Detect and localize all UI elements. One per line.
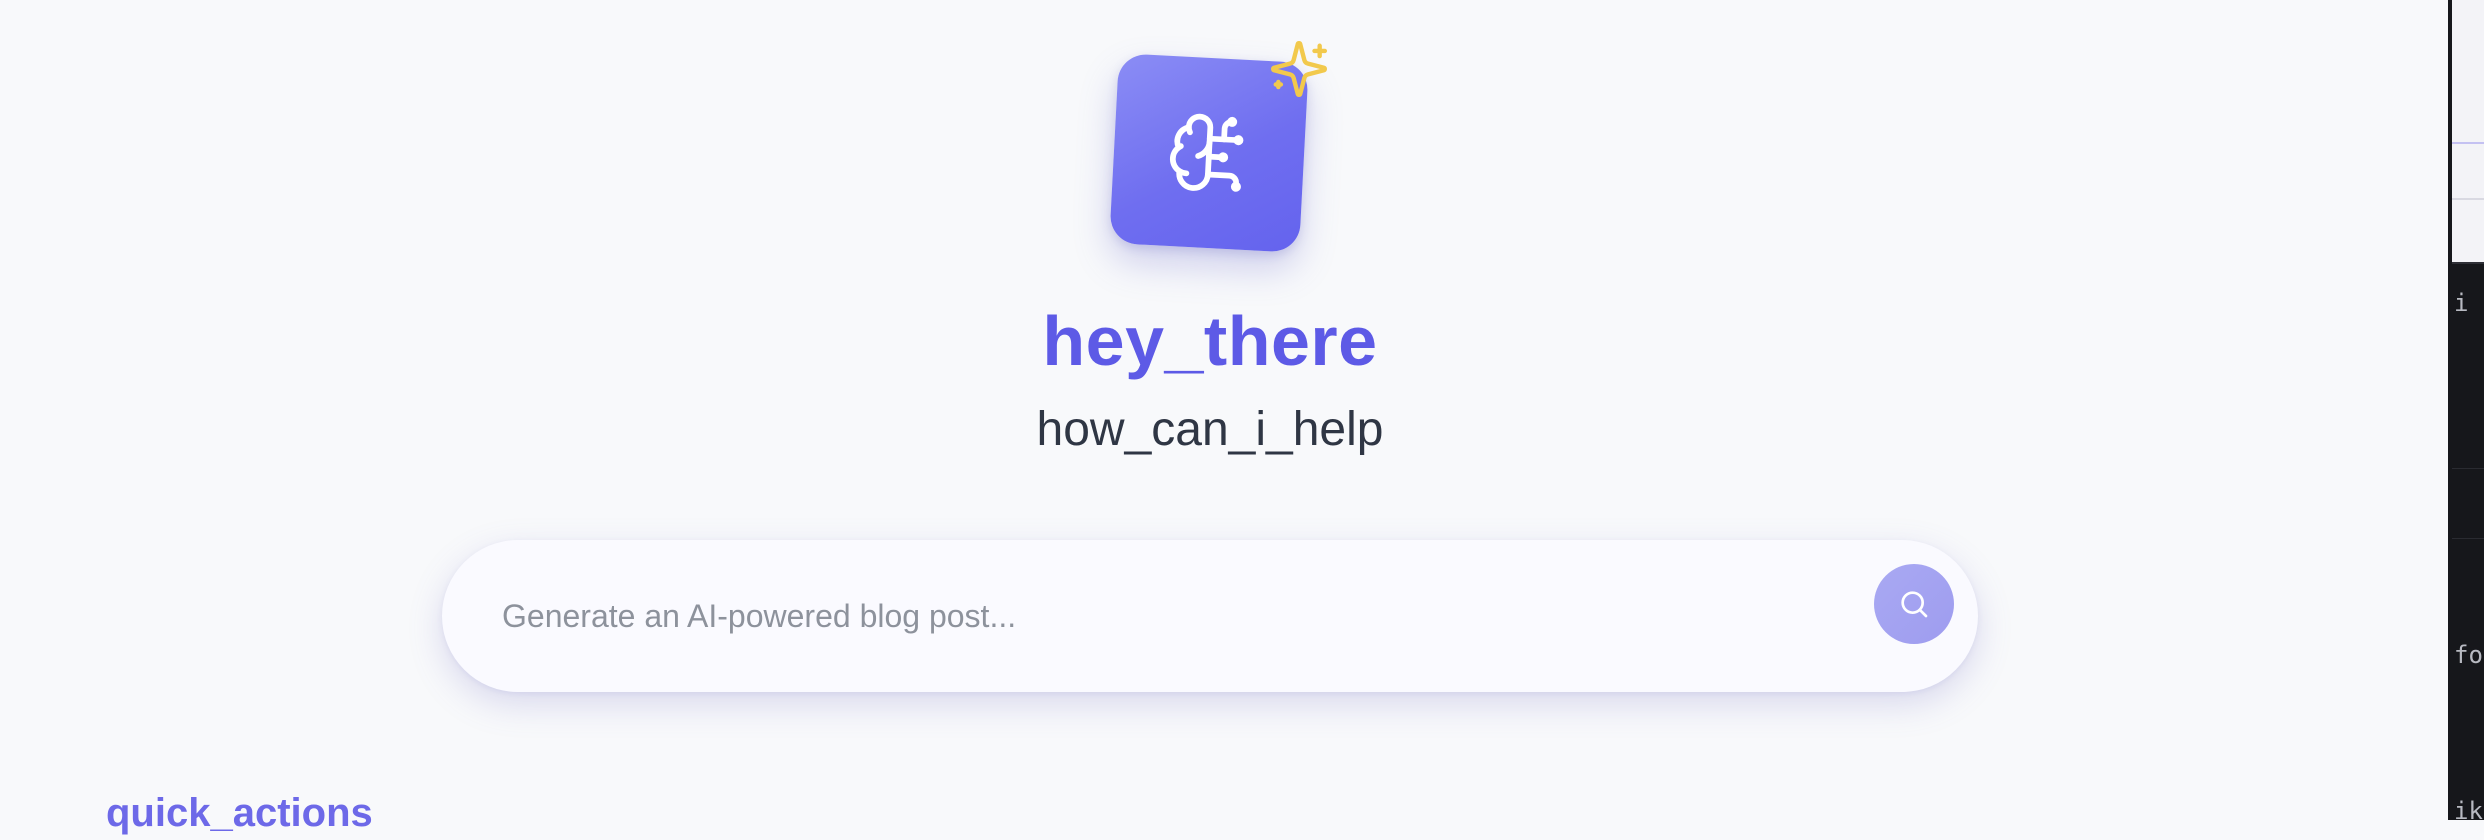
code-fragment: for: [2454, 641, 2484, 669]
code-fragment: i c: [2454, 289, 2484, 317]
sparkles-icon: [1270, 40, 1328, 98]
divider: [2452, 142, 2484, 144]
divider: [2452, 198, 2484, 200]
adjacent-window-edge: i c for ik: [2448, 0, 2484, 820]
main-content: hey_there how_can_i_help quick_actions: [0, 0, 2448, 835]
prompt-input[interactable]: [502, 578, 1802, 654]
greeting-title: hey_there: [1042, 302, 1378, 380]
prompt-bar: [442, 540, 1978, 692]
code-fragment: ik: [2454, 797, 2483, 820]
divider: [2452, 262, 2484, 264]
adjacent-window-header: [2452, 0, 2484, 262]
brain-circuit-icon: [1169, 113, 1244, 192]
divider: [2452, 538, 2484, 539]
greeting-subtitle: how_can_i_help: [1036, 403, 1384, 456]
divider: [2452, 468, 2484, 469]
search-button[interactable]: [1874, 564, 1954, 644]
quick-actions-heading: quick_actions: [106, 791, 373, 835]
search-icon: [1901, 591, 1928, 618]
